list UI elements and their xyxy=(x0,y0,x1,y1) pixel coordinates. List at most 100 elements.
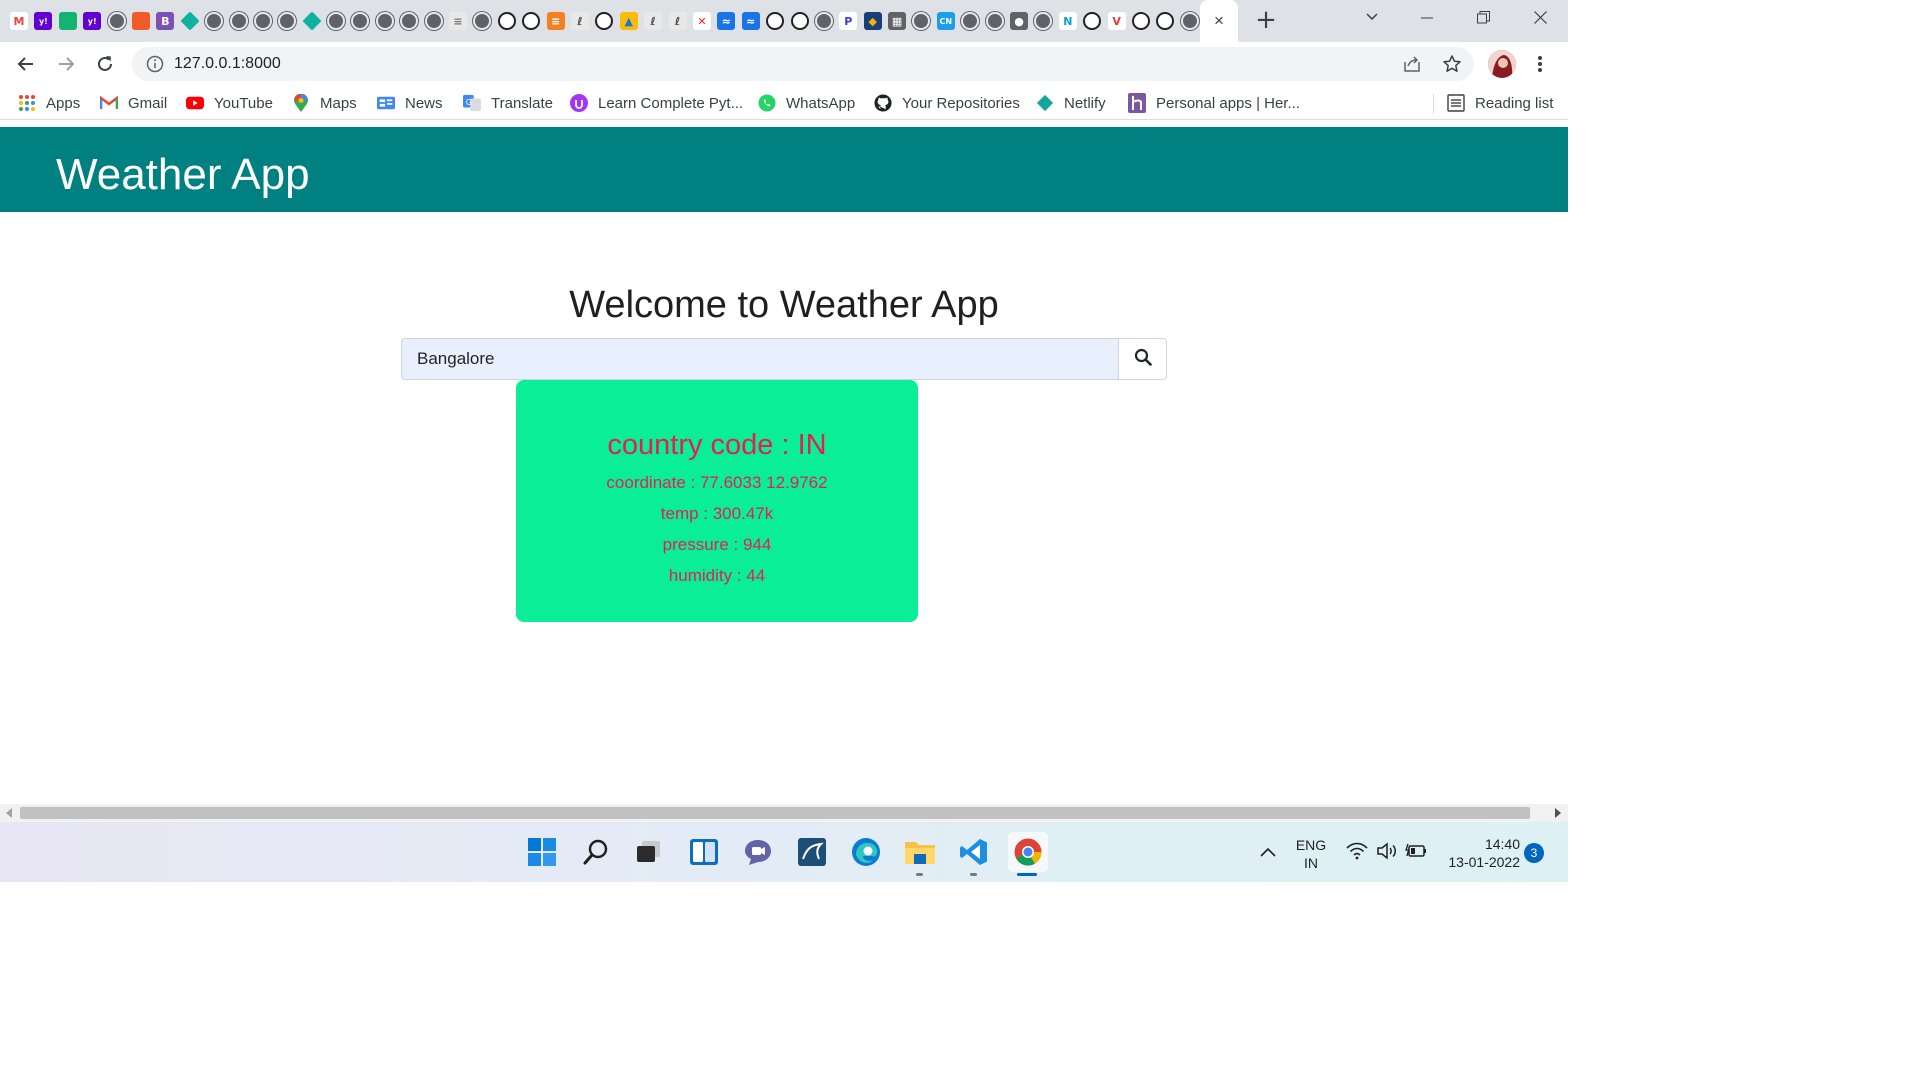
tab-blue-box-icon[interactable]: ≈ xyxy=(717,12,736,30)
tab-globe-icon[interactable] xyxy=(400,12,419,30)
tab-n-icon[interactable]: N xyxy=(1058,12,1077,30)
tab-p-icon[interactable]: P xyxy=(839,12,858,30)
tab-leaf-icon[interactable]: ℓ xyxy=(668,12,687,30)
scrollbar-thumb[interactable] xyxy=(20,807,1530,819)
tab-github-icon[interactable] xyxy=(522,12,541,30)
bookmark-news[interactable]: News xyxy=(377,86,443,120)
battery-charging-icon[interactable] xyxy=(1403,838,1429,864)
tab-red-grid-icon[interactable] xyxy=(131,12,150,30)
teams-chat-icon[interactable] xyxy=(740,834,776,870)
back-arrow-icon[interactable] xyxy=(12,50,40,78)
tab-stackoverflow-icon[interactable]: ≡ xyxy=(546,12,565,30)
show-hidden-icons-chevron-icon[interactable] xyxy=(1252,836,1284,868)
tab-globe-icon[interactable] xyxy=(912,12,931,30)
scroll-left-arrow-icon[interactable] xyxy=(6,808,12,818)
bookmark-youtube[interactable]: YouTube xyxy=(186,86,273,120)
tab-globe-icon[interactable] xyxy=(205,12,224,30)
bookmark-your-repositories[interactable]: Your Repositories xyxy=(874,86,1020,120)
reload-icon[interactable] xyxy=(91,50,119,78)
clock[interactable]: 14:40 13-01-2022 xyxy=(1440,835,1520,871)
tab-dark-grid-icon[interactable]: ▦ xyxy=(888,12,907,30)
search-icon[interactable] xyxy=(578,834,614,870)
scroll-right-arrow-icon[interactable] xyxy=(1555,808,1561,818)
tab-github-icon[interactable] xyxy=(1156,12,1175,30)
tab-green-shield-icon[interactable] xyxy=(58,12,77,30)
tab-globe-icon[interactable] xyxy=(351,12,370,30)
address-url[interactable]: 127.0.0.1:8000 xyxy=(174,47,281,81)
tab-github-icon[interactable] xyxy=(790,12,809,30)
tab-github-icon[interactable] xyxy=(766,12,785,30)
tab-diamond-icon[interactable] xyxy=(180,11,200,31)
wifi-icon[interactable] xyxy=(1344,838,1370,864)
tab-github-icon[interactable] xyxy=(1131,12,1150,30)
minimize-icon[interactable] xyxy=(1414,6,1440,32)
browser-menu-icon[interactable] xyxy=(1532,52,1548,76)
tab-drive-icon[interactable]: ▲ xyxy=(619,12,638,30)
bookmark-star-icon[interactable] xyxy=(1442,54,1464,74)
tab-blue-box-icon[interactable]: ≈ xyxy=(741,12,760,30)
tab-globe-icon[interactable] xyxy=(424,12,443,30)
tab-globe-icon[interactable] xyxy=(1034,12,1053,30)
tab-globe-icon[interactable] xyxy=(473,12,492,30)
address-bar[interactable]: 127.0.0.1:8000 xyxy=(132,47,1474,81)
city-search-input[interactable] xyxy=(401,338,1119,380)
bookmark-learn-python[interactable]: Learn Complete Pyt... xyxy=(570,86,743,120)
tab-v-icon[interactable]: V xyxy=(1107,12,1126,30)
tab-yahoo-icon[interactable]: y! xyxy=(83,12,102,30)
tab-leaf-icon[interactable]: ℓ xyxy=(644,12,663,30)
bookmark-translate[interactable]: G Translate xyxy=(463,86,553,120)
widgets-icon[interactable] xyxy=(686,834,722,870)
bookmark-netlify[interactable]: Netlify xyxy=(1036,86,1106,120)
tab-github-icon[interactable] xyxy=(595,12,614,30)
notification-count-badge[interactable]: 3 xyxy=(1524,843,1544,863)
tab-chrome-icon[interactable]: ● xyxy=(1010,12,1029,30)
tab-globe-icon[interactable] xyxy=(375,12,394,30)
tab-globe-icon[interactable] xyxy=(107,12,126,30)
tab-shield-icon[interactable]: ◆ xyxy=(863,12,882,30)
tab-gmail-icon[interactable]: M xyxy=(10,12,28,30)
bookmark-apps[interactable]: Apps xyxy=(18,86,80,120)
tab-globe-icon[interactable] xyxy=(278,12,297,30)
share-icon[interactable] xyxy=(1402,54,1424,74)
tab-bootstrap-icon[interactable]: B xyxy=(156,12,175,30)
tab-yahoo-icon[interactable]: y! xyxy=(34,12,53,30)
tab-cross-icon[interactable]: ✕ xyxy=(692,12,711,30)
windows-start-icon[interactable] xyxy=(524,834,560,870)
tab-globe-icon[interactable] xyxy=(961,12,980,30)
tab-globe-icon[interactable] xyxy=(1180,12,1199,30)
tab-globe-icon[interactable] xyxy=(985,12,1004,30)
reading-list-button[interactable]: Reading list xyxy=(1447,86,1553,120)
tab-globe-icon[interactable] xyxy=(327,12,346,30)
tab-close-icon[interactable]: × xyxy=(1214,11,1224,31)
bookmark-maps[interactable]: Maps xyxy=(292,86,357,120)
file-explorer-icon[interactable] xyxy=(902,834,938,870)
mysql-workbench-icon[interactable] xyxy=(794,834,830,870)
horizontal-scrollbar[interactable] xyxy=(0,804,1568,822)
bookmark-gmail[interactable]: Gmail xyxy=(100,86,167,120)
bookmark-whatsapp[interactable]: WhatsApp xyxy=(758,86,855,120)
tab-globe-icon[interactable] xyxy=(814,12,833,30)
restore-icon[interactable] xyxy=(1470,6,1496,32)
profile-avatar[interactable] xyxy=(1488,50,1516,78)
search-button[interactable] xyxy=(1118,338,1167,380)
bookmark-personal-apps[interactable]: Personal apps | Her... xyxy=(1128,86,1300,120)
language-indicator[interactable]: ENG IN xyxy=(1290,836,1332,872)
tab-leaf-icon[interactable]: ℓ xyxy=(570,12,589,30)
volume-icon[interactable] xyxy=(1374,838,1400,864)
edge-icon[interactable] xyxy=(848,834,884,870)
forward-arrow-icon[interactable] xyxy=(52,50,80,78)
tab-globe-icon[interactable] xyxy=(253,12,272,30)
vscode-icon[interactable] xyxy=(956,834,992,870)
tab-cn-icon[interactable]: CN xyxy=(936,12,955,30)
tab-diamond-icon[interactable] xyxy=(302,11,322,31)
site-info-icon[interactable] xyxy=(146,55,164,73)
new-tab-button[interactable]: + xyxy=(1254,6,1278,36)
chrome-icon[interactable] xyxy=(1008,832,1048,872)
task-view-icon[interactable] xyxy=(630,834,666,870)
tab-globe-icon[interactable] xyxy=(229,12,248,30)
tab-search-chevron-icon[interactable] xyxy=(1360,6,1384,32)
tab-github-icon[interactable] xyxy=(1083,12,1102,30)
close-window-icon[interactable] xyxy=(1527,6,1553,32)
active-tab[interactable]: × xyxy=(1200,0,1238,42)
tab-github-icon[interactable] xyxy=(497,12,516,30)
